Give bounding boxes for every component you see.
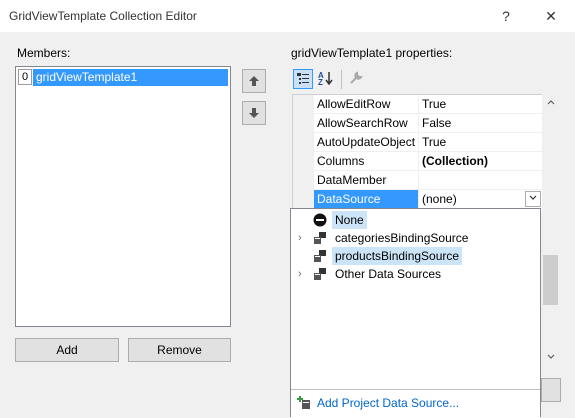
datasource-label[interactable]: None [332,211,367,229]
datasource-dropdown[interactable]: None › categoriesBindingSource productsB… [290,208,541,418]
arrow-up-icon [249,76,259,86]
property-name[interactable]: AutoUpdateObject [314,133,418,152]
close-button[interactable]: ✕ [531,0,571,32]
window-title: GridViewTemplate Collection Editor [9,9,197,23]
member-index: 0 [18,69,32,85]
property-value[interactable]: False [418,114,543,133]
property-row[interactable]: DataMember [293,171,543,190]
property-row[interactable]: AllowSearchRow False [293,114,543,133]
row-gutter [293,133,314,152]
property-row-selected[interactable]: DataSource (none) [293,190,543,209]
title-bar: GridViewTemplate Collection Editor ? ✕ [0,0,575,32]
expand-icon[interactable]: › [298,229,308,247]
add-project-data-source-link[interactable]: Add Project Data Source... [317,396,459,410]
property-value[interactable]: True [418,133,543,152]
property-name[interactable]: Columns [314,152,418,171]
property-name[interactable]: AllowEditRow [314,95,418,114]
remove-button[interactable]: Remove [128,338,231,362]
list-item[interactable]: 0 gridViewTemplate1 [18,69,228,86]
property-row[interactable]: AllowEditRow True [293,95,543,114]
datasource-item[interactable]: › categoriesBindingSource [291,229,540,247]
categorized-icon [297,73,309,84]
property-row[interactable]: AutoUpdateObject True [293,133,543,152]
toolbar-separator [341,70,342,89]
wrench-icon [350,71,363,84]
property-name[interactable]: DataSource [314,190,418,209]
property-name[interactable]: AllowSearchRow [314,114,418,133]
categorized-button[interactable] [293,69,313,89]
help-button[interactable]: ? [486,0,526,32]
data-sources-icon [314,268,326,280]
chevron-up-icon [547,100,554,105]
binding-source-icon [314,250,326,262]
dropdown-button[interactable] [525,191,541,207]
row-gutter [293,114,314,133]
property-grid-scrollbar[interactable] [542,94,559,366]
expand-icon[interactable]: › [298,265,308,283]
members-label: Members: [17,46,71,60]
none-icon [313,213,327,227]
chevron-down-icon [547,354,554,359]
datasource-label[interactable]: productsBindingSource [332,247,463,265]
property-grid[interactable]: AllowEditRow True AllowSearchRow False A… [292,94,543,213]
binding-source-icon [314,232,326,244]
properties-label: gridViewTemplate1 properties: [291,46,453,60]
dialog-button[interactable] [541,378,561,402]
alphabetical-icon: A Z [318,71,333,87]
property-value[interactable]: True [418,95,543,114]
datasource-item[interactable]: › Other Data Sources [291,265,540,283]
row-gutter [293,95,314,114]
datasource-label[interactable]: Other Data Sources [332,265,444,283]
popup-footer: Add Project Data Source... [291,389,540,418]
datasource-item[interactable]: None [291,211,540,229]
property-name[interactable]: DataMember [314,171,418,190]
arrow-down-icon [249,108,259,118]
add-button[interactable]: Add [15,338,119,362]
chevron-down-icon [529,195,537,200]
property-value[interactable]: (Collection) [418,152,543,171]
members-list[interactable]: 0 gridViewTemplate1 [15,66,231,327]
move-up-button[interactable] [242,69,266,93]
datasource-label[interactable]: categoriesBindingSource [332,229,471,247]
row-gutter [293,171,314,190]
move-down-button[interactable] [242,101,266,125]
svg-text:Z: Z [318,78,323,86]
add-datasource-icon [297,396,310,409]
scroll-thumb[interactable] [543,255,558,305]
member-name[interactable]: gridViewTemplate1 [33,69,228,86]
property-value[interactable] [418,171,543,190]
property-pages-button[interactable] [346,69,366,89]
row-gutter [293,152,314,171]
property-row[interactable]: Columns (Collection) [293,152,543,171]
datasource-item[interactable]: productsBindingSource [291,247,540,265]
scroll-down-button[interactable] [542,349,559,366]
scroll-up-button[interactable] [542,94,559,111]
alphabetical-button[interactable]: A Z [316,69,336,89]
row-gutter [293,190,314,209]
